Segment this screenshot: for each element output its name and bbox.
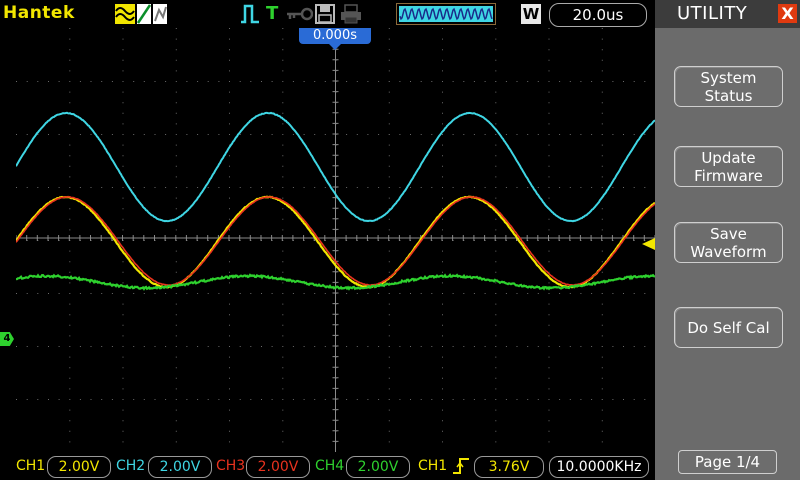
top-status-bar: Hantek T W 20.0us (0, 0, 655, 28)
menu-title-bar: UTILITY X (655, 0, 800, 28)
update-firmware-button[interactable]: Update Firmware (674, 146, 783, 187)
menu-title: UTILITY (677, 3, 747, 24)
ch1-volts[interactable]: 2.00V (47, 456, 111, 478)
ch1-label: CH1 (16, 458, 45, 474)
pulse-icon (240, 4, 260, 24)
trigger-position-badge[interactable]: 0.000s (299, 28, 371, 44)
ch4-volts[interactable]: 2.00V (346, 456, 410, 478)
trigger-source-label: CH1 (418, 458, 447, 474)
waveform-display (16, 28, 655, 452)
rising-edge-icon (452, 457, 470, 475)
frequency-readout: 10.0000KHz (549, 456, 649, 478)
ch2-volts[interactable]: 2.00V (148, 456, 212, 478)
print-icon (340, 4, 362, 24)
ch4-label: CH4 (315, 458, 344, 474)
save-icon (315, 4, 335, 24)
ch4-ground-marker[interactable]: 4 (0, 332, 14, 346)
brand-logo: Hantek (3, 3, 75, 23)
page-indicator[interactable]: Page 1/4 (678, 450, 777, 474)
waveform-mode-icon (115, 4, 169, 24)
save-waveform-button[interactable]: Save Waveform (674, 222, 783, 263)
trigger-level[interactable]: 3.76V (474, 456, 544, 478)
do-self-cal-button[interactable]: Do Self Cal (674, 307, 783, 348)
ch3-volts[interactable]: 2.00V (246, 456, 310, 478)
ch2-label: CH2 (116, 458, 145, 474)
timebase-readout[interactable]: 20.0us (549, 3, 647, 27)
window-mode-button[interactable]: W (521, 4, 541, 24)
key-icon (285, 4, 313, 24)
close-icon[interactable]: X (778, 4, 797, 23)
trig-T-icon: T (266, 3, 278, 24)
ch3-label: CH3 (216, 458, 245, 474)
bottom-status-bar: CH1 2.00V CH2 2.00V CH3 2.00V CH4 2.00V … (0, 452, 655, 480)
utility-menu: UTILITY X System Status Update Firmware … (655, 0, 800, 480)
trigger-position-arrow (329, 44, 341, 50)
memory-waveform-icon (396, 3, 496, 25)
system-status-button[interactable]: System Status (674, 66, 783, 107)
